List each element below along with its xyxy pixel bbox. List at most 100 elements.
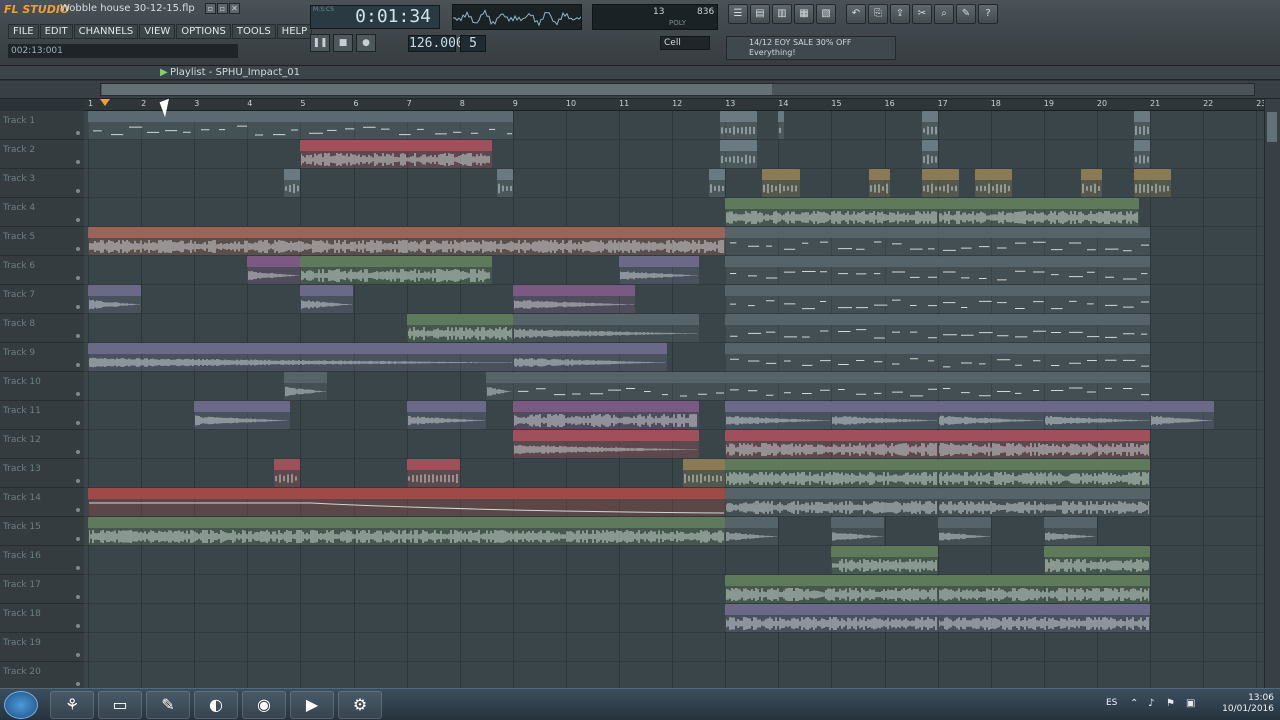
tempo-display[interactable]: 126.000 xyxy=(408,35,464,52)
horizontal-scroll-thumb[interactable] xyxy=(102,84,772,95)
track-header[interactable]: Track 2 xyxy=(0,140,84,169)
playlist-clip[interactable] xyxy=(921,140,938,168)
language-indicator[interactable]: ES xyxy=(1106,698,1117,708)
app-taskbar-icon[interactable]: ✎ xyxy=(146,691,190,719)
playlist-clip[interactable]: S..M xyxy=(273,459,301,487)
playlist-clip[interactable]: SP..25 xyxy=(719,111,758,139)
track-mute-led-icon[interactable] xyxy=(76,189,80,193)
explorer-taskbar-icon[interactable]: ▭ xyxy=(98,691,142,719)
playlist-clip[interactable]: WOB _BASS 1\16 xyxy=(725,285,938,313)
play-button[interactable]: ❚❚ xyxy=(310,34,330,52)
playlist-clip[interactable]: SPH..h_07 xyxy=(831,517,885,545)
menu-view[interactable]: VIEW xyxy=(139,24,176,39)
track-mute-led-icon[interactable] xyxy=(76,421,80,425)
playlist-clip[interactable]: WOB _BASS 1\16 xyxy=(937,285,1150,313)
playlist-clip[interactable]: WOB _BASS 1\8 xyxy=(937,343,1150,371)
track-mute-led-icon[interactable] xyxy=(76,479,80,483)
mixer-icon[interactable]: ▦ xyxy=(794,4,814,24)
track-mute-led-icon[interactable] xyxy=(76,624,80,628)
track-mute-led-icon[interactable] xyxy=(76,450,80,454)
playlist-clip[interactable]: SPH..h_07 xyxy=(725,517,779,545)
track-header[interactable]: Track 12 xyxy=(0,430,84,459)
playlist-clip[interactable]: SPHU..h_06 xyxy=(300,285,354,313)
playlist-clip[interactable]: SPHU_Snare_2_pitched xyxy=(512,430,699,458)
track-mute-led-icon[interactable] xyxy=(76,508,80,512)
playlist-clip[interactable]: Open_HiHat_12 xyxy=(937,488,1150,516)
playlist-clip[interactable] xyxy=(284,169,301,197)
record-button[interactable]: ● xyxy=(356,34,376,52)
channel-rack-icon[interactable]: ▥ xyxy=(772,4,792,24)
playlist-clip[interactable]: SPHU_Noise_Fx_09 xyxy=(1043,546,1150,574)
news-panel[interactable]: 14/12 EOY SALE 30% OFF Everything! xyxy=(726,36,896,60)
pattern-number[interactable]: 5 xyxy=(460,35,486,52)
track-header[interactable]: Track 8 xyxy=(0,314,84,343)
playlist-clip[interactable]: SUB 1\16 xyxy=(725,314,938,342)
chrome-taskbar-icon[interactable]: ◉ xyxy=(242,691,286,719)
track-mute-led-icon[interactable] xyxy=(76,363,80,367)
playlist-clip[interactable]: SP..PM xyxy=(1134,169,1172,197)
playlist-clip[interactable]: SUB 1\16 xyxy=(937,314,1150,342)
track-mute-led-icon[interactable] xyxy=(76,247,80,251)
track-header[interactable]: Track 16 xyxy=(0,546,84,575)
track-lane[interactable] xyxy=(84,633,1264,662)
playlist-clip[interactable]: SPHU_Sweep_Up_03 xyxy=(194,401,290,429)
playlist-clip[interactable] xyxy=(1134,111,1150,139)
volume-icon[interactable]: ♪ xyxy=(1148,698,1160,710)
track-lane[interactable] xyxy=(84,140,1264,169)
playlist-clip[interactable]: SPHU_..ever xyxy=(247,256,301,284)
track-header[interactable]: Track 7 xyxy=(0,285,84,314)
playlist-clip[interactable]: SPHU_Noise_Fx_09 xyxy=(831,546,938,574)
playlist-clip[interactable]: BassLine xyxy=(937,604,1150,632)
playlist-clip[interactable]: Pattern 2 xyxy=(512,372,726,400)
save-icon[interactable]: ⎘ xyxy=(868,4,888,24)
track-header[interactable]: Track 13 xyxy=(0,459,84,488)
playlist-clip[interactable]: Noise_Fx_02 xyxy=(937,575,1150,603)
track-mute-led-icon[interactable] xyxy=(76,566,80,570)
plugin-taskbar-icon[interactable]: ⚙ xyxy=(338,691,382,719)
playlist-clip[interactable] xyxy=(1080,169,1103,197)
menu-channels[interactable]: CHANNELS xyxy=(73,24,139,39)
clock[interactable]: 13:06 10/01/2016 xyxy=(1222,693,1274,715)
track-header[interactable]: Track 6 xyxy=(0,256,84,285)
playlist-clip[interactable]: SPHU_Clap_02 xyxy=(300,256,492,284)
playlist-grid[interactable]: Pattern 1 SP..25 SPHU_Top_Drum_Loop_10_126… xyxy=(84,111,1264,688)
playlist-clip[interactable] xyxy=(921,111,938,139)
playlist-clip[interactable]: SP..M xyxy=(719,140,758,168)
track-mute-led-icon[interactable] xyxy=(76,276,80,280)
menu-edit[interactable]: EDIT xyxy=(39,24,73,39)
media-taskbar-icon[interactable]: ▶ xyxy=(290,691,334,719)
playlist-clip[interactable]: WOB _BASS 1\4 xyxy=(937,227,1150,255)
track-header[interactable]: Track 15 xyxy=(0,517,84,546)
snap-selector[interactable]: Cell xyxy=(660,36,710,50)
tools-icon[interactable]: ✂ xyxy=(912,4,932,24)
playlist-clip[interactable]: SP..M xyxy=(762,169,800,197)
track-mute-led-icon[interactable] xyxy=(76,595,80,599)
playlist-clip[interactable]: Noise_Fx_02 xyxy=(725,575,938,603)
playlist-clip[interactable]: SPHU_t_01_01 xyxy=(937,401,1044,429)
search-icon[interactable]: ⌕ xyxy=(934,4,954,24)
track-mute-led-icon[interactable] xyxy=(76,392,80,396)
playlist-clip[interactable]: SPH..h_07 xyxy=(1043,517,1097,545)
playlist-clip[interactable]: SPHU_Top_Drum_Loop_38_126_BPM xyxy=(725,430,938,458)
playlist-clip[interactable]: SPHU_Noise_Fx_08 xyxy=(406,314,513,342)
playlist-clip[interactable]: SPH..PM xyxy=(682,459,726,487)
track-header[interactable]: Track 20 xyxy=(0,662,84,691)
vertical-scrollbar[interactable] xyxy=(1264,99,1280,688)
playlist-clip[interactable]: SPHU_I..act_01 xyxy=(1150,401,1214,429)
track-header[interactable]: Track 9 xyxy=(0,343,84,372)
playlist-clip[interactable]: SP..M xyxy=(974,169,1012,197)
playlist-clip[interactable]: SPHU_I..act_01 xyxy=(1043,401,1150,429)
playlist-clip[interactable]: Open_HiHat_12 xyxy=(725,488,938,516)
playlist-clip[interactable]: SUB 1\4 xyxy=(725,256,938,284)
track-header[interactable]: Track 17 xyxy=(0,575,84,604)
playlist-clip[interactable]: Vox_Loop_10_A_126_BPM xyxy=(88,517,726,545)
playlist-clip[interactable]: SPHU_I..act_01 xyxy=(725,401,832,429)
playlist-clip[interactable]: SPHU_Sweep_Down_06 xyxy=(88,343,513,371)
playlist-clip[interactable]: SUB 1\4 xyxy=(937,256,1150,284)
chevron-up-icon[interactable]: ⌃ xyxy=(1130,698,1142,710)
track-mute-led-icon[interactable] xyxy=(76,537,80,541)
notes-icon[interactable]: ✎ xyxy=(956,4,976,24)
playlist-clip[interactable]: SPHU_Sweep_Down_10 xyxy=(512,285,635,313)
export-icon[interactable]: ⇪ xyxy=(890,4,910,24)
playlist-clip[interactable]: Fruity Filter (SPHU_Piano_Loop_11_A_126_… xyxy=(88,488,726,516)
